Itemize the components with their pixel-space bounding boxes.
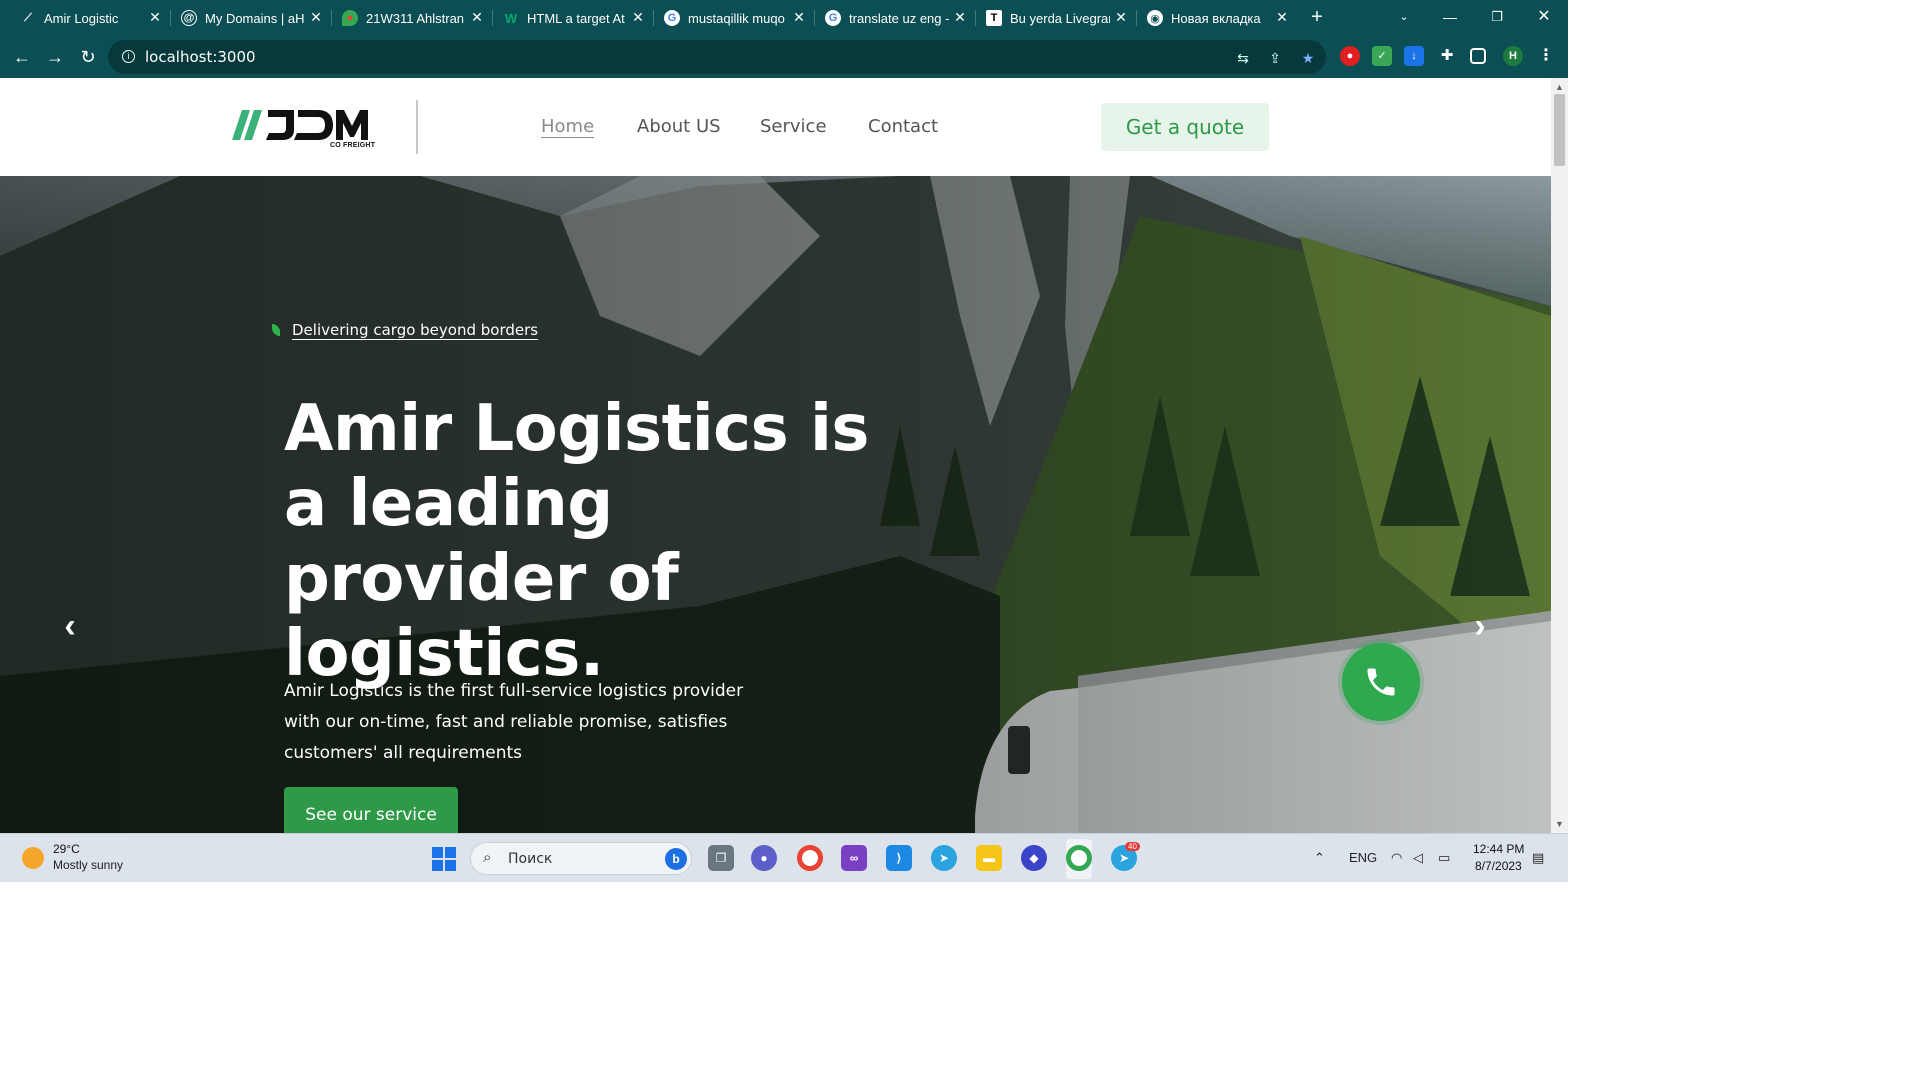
- site-logo[interactable]: CO FREIGHT: [232, 106, 377, 150]
- nav-service[interactable]: Service: [760, 116, 827, 137]
- restore-icon[interactable]: ❐: [1486, 6, 1508, 28]
- reload-icon[interactable]: ↻: [76, 45, 100, 69]
- taskbar-search[interactable]: ⌕ Поиск b: [470, 842, 692, 875]
- close-icon[interactable]: ✕: [1275, 10, 1289, 24]
- share-icon[interactable]: ⇪: [1266, 49, 1284, 67]
- file-explorer-icon[interactable]: ▬: [976, 845, 1002, 871]
- close-icon[interactable]: ✕: [470, 10, 484, 24]
- clock-time[interactable]: 12:44 PM: [1473, 842, 1524, 856]
- chrome-profile-app-icon[interactable]: [1066, 845, 1092, 871]
- site-header: CO FREIGHT Home About US Service Contact…: [0, 78, 1551, 176]
- shield-extension-icon[interactable]: ✓: [1372, 46, 1392, 66]
- logo-subtitle: CO FREIGHT: [330, 142, 376, 149]
- kebab-menu-icon[interactable]: ⋮: [1536, 46, 1556, 66]
- slider-prev-arrow-icon[interactable]: ‹: [55, 609, 85, 643]
- slider-next-arrow-icon[interactable]: ›: [1465, 609, 1495, 643]
- task-view-icon[interactable]: ❐: [708, 845, 734, 871]
- close-icon[interactable]: ✕: [953, 10, 967, 24]
- battery-icon[interactable]: ▭: [1438, 850, 1450, 866]
- translate-icon[interactable]: ⇆: [1234, 49, 1252, 67]
- scroll-thumb[interactable]: [1554, 94, 1565, 166]
- t-icon: T: [986, 10, 1002, 26]
- hero-slider: Delivering cargo beyond borders Amir Log…: [0, 176, 1551, 833]
- telegram-badge: 40: [1125, 842, 1140, 851]
- windows-start-icon[interactable]: [432, 847, 456, 871]
- page-scrollbar[interactable]: ▲ ▼: [1551, 78, 1568, 833]
- url-text[interactable]: localhost:3000: [145, 48, 256, 66]
- telegram-app-icon[interactable]: ➤: [931, 845, 957, 871]
- at-sign-icon: @: [181, 10, 197, 26]
- search-icon: ⌕: [483, 849, 492, 866]
- scroll-up-arrow-icon[interactable]: ▲: [1551, 80, 1568, 94]
- chrome-icon: ◉: [1147, 10, 1163, 26]
- nav-contact[interactable]: Contact: [868, 116, 938, 137]
- language-indicator[interactable]: ENG: [1349, 850, 1377, 865]
- call-button[interactable]: [1342, 643, 1420, 721]
- hero-description: Amir Logistics is the first full-service…: [284, 681, 744, 763]
- phone-icon: [1367, 668, 1395, 696]
- browser-toolbar: ← → ↻ i localhost:3000 ⇆ ⇪ ★ ● ✓ ↓ ✚ H ⋮: [0, 36, 1568, 78]
- close-icon[interactable]: ✕: [631, 10, 645, 24]
- tab-search-chevron-icon[interactable]: ⌄: [1393, 6, 1415, 28]
- see-our-service-button[interactable]: See our service: [284, 787, 458, 833]
- wifi-icon[interactable]: ◠: [1391, 850, 1402, 866]
- tab-google-search-2[interactable]: G translate uz eng - ✕: [815, 4, 975, 32]
- nav-home[interactable]: Home: [541, 116, 594, 137]
- volume-icon[interactable]: ◁: [1413, 850, 1423, 866]
- hero-tagline: Delivering cargo beyond borders: [272, 321, 538, 339]
- close-icon[interactable]: ✕: [148, 10, 162, 24]
- close-icon[interactable]: ✕: [792, 10, 806, 24]
- tab-amir-logistic[interactable]: ⟋ Amir Logistic ✕: [10, 4, 170, 32]
- leaf-icon: [272, 324, 280, 336]
- visual-studio-icon[interactable]: ∞: [841, 845, 867, 871]
- vscode-icon[interactable]: ⟩: [886, 845, 912, 871]
- hero-title: Amir Logistics is a leading provider of …: [284, 392, 869, 691]
- close-icon[interactable]: ✕: [309, 10, 323, 24]
- tab-maps[interactable]: ● 21W311 Ahlstran ✕: [332, 4, 492, 32]
- extensions-puzzle-icon[interactable]: ✚: [1437, 46, 1457, 66]
- search-placeholder: Поиск: [508, 851, 553, 867]
- amir-logistic-icon: ⟋: [24, 11, 32, 24]
- bing-icon[interactable]: b: [665, 848, 687, 870]
- back-arrow-icon[interactable]: ←: [10, 45, 34, 69]
- forward-arrow-icon[interactable]: →: [43, 45, 67, 69]
- new-tab-button[interactable]: +: [1306, 6, 1328, 28]
- nav-about-us[interactable]: About US: [637, 116, 721, 137]
- tab-livegran[interactable]: T Bu yerda Livegran ✕: [976, 4, 1136, 32]
- google-icon: G: [825, 10, 841, 26]
- weather-temperature[interactable]: 29°C: [53, 842, 80, 856]
- teams-chat-icon[interactable]: ●: [751, 845, 777, 871]
- maps-pin-icon: ●: [342, 10, 358, 26]
- tab-new-tab[interactable]: ◉ Новая вкладка ✕: [1137, 4, 1297, 32]
- windows-taskbar: 29°C Mostly sunny ⌕ Поиск b ❐ ● ∞ ⟩ ➤ ▬ …: [0, 833, 1568, 882]
- weather-description[interactable]: Mostly sunny: [53, 858, 123, 872]
- minimize-icon[interactable]: —: [1439, 6, 1461, 28]
- tagline-text: Delivering cargo beyond borders: [292, 321, 539, 339]
- tab-my-domains[interactable]: @ My Domains | aH ✕: [171, 4, 331, 32]
- close-icon[interactable]: ✕: [1114, 10, 1128, 24]
- browser-tab-strip: ⟋ Amir Logistic ✕ @ My Domains | aH ✕ ● …: [0, 0, 1568, 36]
- get-a-quote-button[interactable]: Get a quote: [1101, 103, 1269, 151]
- window-close-icon[interactable]: ✕: [1533, 6, 1555, 28]
- tab-google-search-1[interactable]: G mustaqillik muqo ✕: [654, 4, 814, 32]
- side-panel-icon[interactable]: [1470, 48, 1486, 64]
- address-bar[interactable]: i localhost:3000 ⇆ ⇪ ★: [108, 40, 1326, 74]
- scroll-down-arrow-icon[interactable]: ▼: [1551, 817, 1568, 831]
- logo-divider: [416, 100, 418, 154]
- tray-chevron-up-icon[interactable]: ⌃: [1314, 850, 1325, 866]
- download-extension-icon[interactable]: ↓: [1404, 46, 1424, 66]
- bookmark-star-icon[interactable]: ★: [1299, 49, 1317, 67]
- site-info-icon[interactable]: i: [122, 50, 135, 63]
- chrome-app-icon[interactable]: [797, 845, 823, 871]
- google-icon: G: [664, 10, 680, 26]
- w3-icon: W: [504, 10, 518, 26]
- notifications-icon[interactable]: ▤: [1532, 850, 1544, 866]
- adblock-extension-icon[interactable]: ●: [1340, 46, 1360, 66]
- weather-sun-icon[interactable]: [22, 847, 44, 869]
- store-app-icon[interactable]: ◆: [1021, 845, 1047, 871]
- profile-avatar[interactable]: H: [1503, 46, 1523, 66]
- clock-date[interactable]: 8/7/2023: [1475, 859, 1522, 873]
- tab-html-target[interactable]: W HTML a target At ✕: [493, 4, 653, 32]
